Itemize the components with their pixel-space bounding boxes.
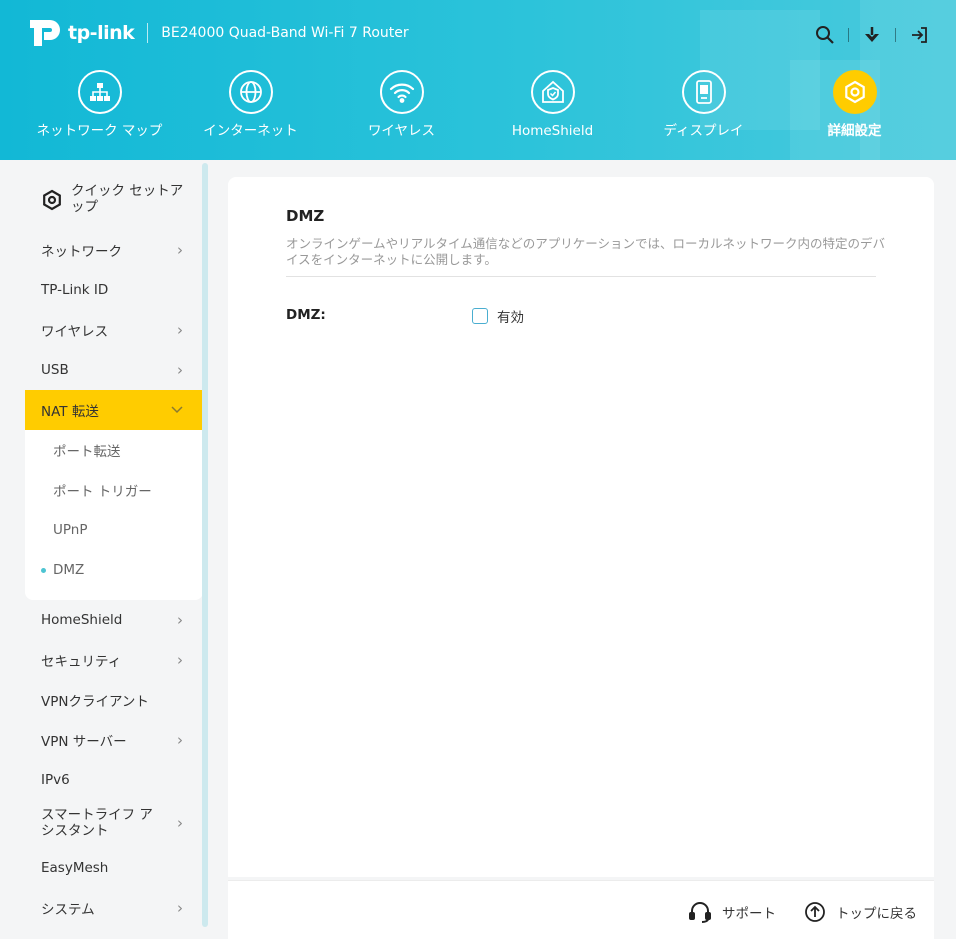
section-divider [286,276,876,277]
checkbox-label: 有効 [497,310,524,326]
support-label: サポート [722,906,776,922]
sidebar: クイック セットアップ ネットワーク › TP-Link ID ワイヤレス › … [25,160,205,939]
chevron-right-icon: › [177,651,183,669]
section-description: オンラインゲームやリアルタイム通信などのアプリケーションでは、ローカルネットワー… [286,236,886,268]
sidebar-item-wireless[interactable]: ワイヤレス › [25,310,205,350]
logo-text: tp-link [68,22,135,44]
search-icon[interactable] [814,24,836,46]
footer: サポート トップに戻る [228,880,934,939]
sidebar-item-vpn-server[interactable]: VPN サーバー › [25,720,205,760]
dmz-field-label: DMZ: [286,307,326,323]
nav-label: ワイヤレス [367,123,436,139]
tool-separator [895,28,896,42]
sidebar-item-ipv6[interactable]: IPv6 [25,760,205,800]
sidebar-item-easymesh[interactable]: EasyMesh [25,848,205,888]
nav-homeshield[interactable]: HomeShield [477,70,628,139]
sidebar-item-label: システム [41,902,95,918]
sidebar-subitem-port-triggering[interactable]: ポート トリガー [25,470,203,510]
nav-label: インターネット [203,123,298,139]
nav-label: ネットワーク マップ [36,123,163,139]
sidebar-item-smart-life-assistant[interactable]: スマートライフ アシスタント › [25,800,205,848]
quick-setup-gear-icon [43,189,61,211]
chevron-down-icon [171,406,183,414]
nav-label: HomeShield [511,123,594,139]
chevron-right-icon: › [177,241,183,259]
wifi-icon [379,70,424,114]
arrow-up-circle-icon [805,902,825,922]
sidebar-item-label: ワイヤレス [41,324,109,340]
sidebar-item-label: HomeShield [41,612,123,628]
sidebar-item-label: ネットワーク [41,244,122,260]
sidebar-subitem-dmz[interactable]: DMZ [25,550,203,590]
sidebar-item-system[interactable]: システム › [25,888,205,928]
nat-submenu: ポート転送 ポート トリガー UPnP DMZ [25,430,203,600]
sidebar-scrollbar[interactable] [202,163,208,927]
sidebar-item-nat-forwarding[interactable]: NAT 転送 [25,390,205,430]
chevron-right-icon: › [177,899,183,917]
top-header: tp-link BE24000 Quad-Band Wi-Fi 7 Router… [0,0,956,160]
headset-icon [689,902,711,923]
main-nav: ネットワーク マップ インターネット ワイヤレス HomeShield ディスプ… [24,70,930,139]
sidebar-item-label: セキュリティ [41,654,122,670]
sidebar-subitem-label: ポート転送 [53,444,121,460]
sidebar-item-label: NAT 転送 [41,404,99,420]
tool-separator [848,28,849,42]
download-icon[interactable] [861,24,883,46]
sidebar-item-label: VPNクライアント [41,694,149,710]
nav-advanced[interactable]: 詳細設定 [779,70,930,139]
chevron-right-icon: › [177,814,183,833]
tp-link-logo-icon [30,20,60,46]
network-map-icon [77,70,122,114]
nav-display[interactable]: ディスプレイ [628,70,779,139]
section-title: DMZ [286,207,325,225]
sidebar-item-label: IPv6 [41,772,70,788]
nav-label: 詳細設定 [827,123,882,139]
chevron-right-icon: › [177,361,183,379]
nav-internet[interactable]: インターネット [175,70,326,139]
globe-icon [228,70,273,114]
sidebar-subitem-label: ポート トリガー [53,484,152,500]
sidebar-item-label: スマートライフ アシスタント [41,807,153,839]
sidebar-item-label: TP-Link ID [41,282,109,298]
nav-wireless[interactable]: ワイヤレス [326,70,477,139]
sidebar-item-label: EasyMesh [41,860,109,876]
checkbox-box[interactable] [472,308,488,324]
sidebar-item-homeshield[interactable]: HomeShield › [25,600,205,640]
nav-label: ディスプレイ [663,123,744,139]
chevron-right-icon: › [177,611,183,629]
sidebar-item-network[interactable]: ネットワーク › [25,230,205,270]
gear-icon [832,70,877,114]
sidebar-item-security[interactable]: セキュリティ › [25,640,205,680]
home-shield-icon [530,70,575,114]
sidebar-item-quick-setup[interactable]: クイック セットアップ [25,160,205,230]
sidebar-item-usb[interactable]: USB › [25,350,205,390]
support-link[interactable]: サポート [688,901,776,923]
router-model: BE24000 Quad-Band Wi-Fi 7 Router [161,25,409,41]
header-tools [814,24,930,46]
sidebar-item-label: VPN サーバー [41,734,127,750]
main-panel: DMZ オンラインゲームやリアルタイム通信などのアプリケーションでは、ローカルネ… [228,177,934,877]
brand-divider [147,23,149,43]
sidebar-subitem-upnp[interactable]: UPnP [25,510,203,550]
nav-network-map[interactable]: ネットワーク マップ [24,70,175,139]
logout-icon[interactable] [908,24,930,46]
sidebar-subitem-port-forwarding[interactable]: ポート転送 [25,430,203,470]
back-to-top-link[interactable]: トップに戻る [804,901,917,923]
sidebar-item-label: クイック セットアップ [71,183,184,215]
sidebar-item-tplink-id[interactable]: TP-Link ID [25,270,205,310]
display-icon [681,70,726,114]
chevron-right-icon: › [177,321,183,339]
dmz-enable-checkbox[interactable]: 有効 [472,306,524,326]
active-indicator-dot [41,567,46,573]
sidebar-item-vpn-client[interactable]: VPNクライアント [25,680,205,720]
sidebar-item-label: USB [41,362,69,378]
sidebar-subitem-label: UPnP [53,522,88,538]
back-to-top-label: トップに戻る [836,906,917,922]
sidebar-subitem-label: DMZ [53,562,85,578]
chevron-right-icon: › [177,731,183,749]
brand: tp-link BE24000 Quad-Band Wi-Fi 7 Router [26,16,409,50]
